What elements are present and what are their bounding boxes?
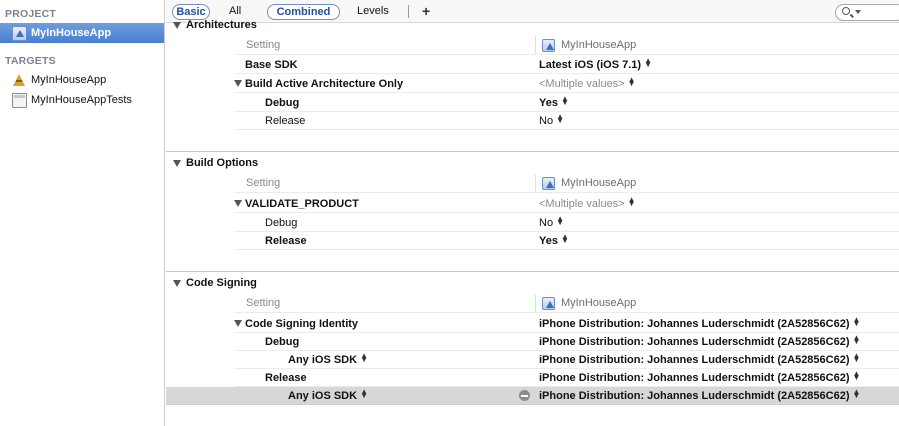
stepper-icon: ▲ ▼ — [360, 351, 368, 364]
navigator-sidebar: PROJECT MyInHouseApp TARGETS MyInHouseAp… — [0, 0, 165, 426]
chevron-down-icon — [855, 10, 861, 14]
sidebar-item-target-app[interactable]: MyInHouseApp — [0, 70, 164, 90]
section-code-signing[interactable]: Code Signing — [166, 273, 899, 293]
setting-name: Debug — [265, 336, 300, 348]
project-column: MyInHouseApp — [535, 294, 636, 312]
section-divider — [166, 271, 899, 272]
setting-row-base-sdk[interactable]: Base SDK Latest iOS (iOS 7.1) ▲ ▼ — [234, 56, 899, 74]
stepper-icon: ▲ ▼ — [644, 56, 653, 69]
setting-row-release[interactable]: Release iPhone Distribution: Johannes Lu… — [234, 369, 899, 387]
setting-value[interactable]: iPhone Distribution: Johannes Luderschmi… — [539, 315, 861, 331]
test-bundle-icon — [12, 92, 27, 108]
setting-name: Release — [265, 372, 307, 384]
targets-header: TARGETS — [5, 55, 56, 67]
stepper-icon: ▲ ▼ — [852, 315, 861, 328]
disclosure-triangle-icon — [173, 279, 181, 287]
xcode-project-icon — [542, 296, 555, 310]
project-column: MyInHouseApp — [535, 174, 636, 192]
sidebar-item-project[interactable]: MyInHouseApp — [0, 23, 164, 43]
xcode-project-icon — [12, 25, 27, 41]
sdk-condition-popup[interactable]: Any iOS SDK ▲ ▼ — [288, 351, 368, 367]
setting-value[interactable]: <Multiple values> ▲ ▼ — [539, 195, 636, 211]
stepper-icon: ▲ ▼ — [560, 232, 569, 245]
remove-condition-icon[interactable] — [519, 390, 530, 401]
column-header-row: Setting MyInHouseApp — [234, 173, 899, 193]
disclosure-triangle-icon[interactable] — [234, 320, 242, 327]
setting-row-release-any-sdk[interactable]: Any iOS SDK ▲ ▼ iPhone Distribution: Johan… — [166, 387, 899, 405]
section-title: Build Options — [186, 157, 259, 169]
setting-column-label: Setting — [246, 177, 281, 189]
xcode-project-icon — [542, 176, 555, 190]
section-title: Code Signing — [186, 277, 257, 289]
project-column-label: MyInHouseApp — [561, 297, 637, 309]
xcode-project-icon — [542, 38, 555, 52]
setting-value[interactable]: No ▲ ▼ — [539, 112, 564, 128]
setting-row-debug[interactable]: Debug Yes ▲ ▼ — [234, 94, 899, 112]
setting-name: Release — [265, 235, 307, 247]
sidebar-item-label: MyInHouseAppTests — [31, 94, 132, 106]
stepper-icon: ▲ ▼ — [627, 75, 636, 88]
stepper-icon: ▲ ▼ — [852, 387, 861, 400]
setting-name: Build Active Architecture Only — [245, 78, 404, 90]
sidebar-item-label: MyInHouseApp — [31, 74, 107, 86]
sidebar-item-label: MyInHouseApp — [31, 27, 112, 39]
disclosure-triangle-icon — [173, 21, 181, 29]
setting-row-debug[interactable]: Debug iPhone Distribution: Johannes Lude… — [234, 333, 899, 351]
column-header-row: Setting MyInHouseApp — [234, 293, 899, 313]
stepper-icon: ▲ ▼ — [556, 112, 564, 125]
section-build-options[interactable]: Build Options — [166, 153, 899, 173]
section-architectures[interactable]: Architectures — [166, 15, 899, 35]
search-icon — [842, 7, 850, 15]
project-column: MyInHouseApp — [535, 36, 636, 54]
stepper-icon: ▲ ▼ — [360, 387, 368, 400]
stepper-icon: ▲ ▼ — [627, 195, 636, 208]
project-header: PROJECT — [5, 8, 56, 20]
setting-column-label: Setting — [246, 297, 281, 309]
setting-row-debug-any-sdk[interactable]: Any iOS SDK ▲ ▼ iPhone Distribution: Johan… — [234, 351, 899, 369]
setting-name: Debug — [265, 97, 300, 109]
setting-column-label: Setting — [246, 39, 281, 51]
sdk-condition-popup[interactable]: Any iOS SDK ▲ ▼ — [288, 387, 368, 403]
app-target-icon — [12, 73, 27, 88]
section-divider — [166, 151, 899, 152]
setting-row-code-signing-identity[interactable]: Code Signing Identity iPhone Distributio… — [234, 315, 899, 333]
setting-name: Base SDK — [245, 59, 298, 71]
setting-value[interactable]: Yes ▲ ▼ — [539, 94, 569, 110]
section-title: Architectures — [186, 19, 257, 31]
setting-value[interactable]: Latest iOS (iOS 7.1) ▲ ▼ — [539, 56, 653, 72]
setting-value[interactable]: iPhone Distribution: Johannes Luderschmi… — [539, 333, 861, 349]
setting-name: Release — [265, 115, 306, 127]
stepper-icon: ▲ ▼ — [852, 369, 861, 382]
setting-value[interactable]: iPhone Distribution: Johannes Luderschmi… — [539, 387, 861, 403]
disclosure-triangle-icon — [173, 159, 181, 167]
sidebar-item-target-tests[interactable]: MyInHouseAppTests — [0, 90, 164, 110]
setting-value[interactable]: iPhone Distribution: Johannes Luderschmi… — [539, 369, 861, 385]
setting-value[interactable]: Yes ▲ ▼ — [539, 232, 569, 248]
setting-value[interactable]: <Multiple values> ▲ ▼ — [539, 75, 636, 91]
setting-row-debug[interactable]: Debug No ▲ ▼ — [234, 214, 899, 232]
setting-value[interactable]: iPhone Distribution: Johannes Luderschmi… — [539, 351, 861, 367]
setting-row-release[interactable]: Release No ▲ ▼ — [234, 112, 899, 130]
setting-row-release[interactable]: Release Yes ▲ ▼ — [234, 232, 899, 250]
build-settings-editor: Architectures Setting MyInHouseApp Base … — [166, 19, 899, 426]
disclosure-triangle-icon[interactable] — [234, 80, 242, 87]
stepper-icon: ▲ ▼ — [852, 333, 861, 346]
disclosure-triangle-icon[interactable] — [234, 200, 242, 207]
setting-name: Code Signing Identity — [245, 318, 359, 330]
stepper-icon: ▲ ▼ — [560, 94, 569, 107]
project-column-label: MyInHouseApp — [561, 39, 637, 51]
stepper-icon: ▲ ▼ — [852, 351, 861, 364]
stepper-icon: ▲ ▼ — [556, 214, 564, 227]
setting-row-validate-product[interactable]: VALIDATE_PRODUCT <Multiple values> ▲ ▼ — [234, 195, 899, 213]
column-header-row: Setting MyInHouseApp — [234, 35, 899, 55]
project-column-label: MyInHouseApp — [561, 177, 637, 189]
setting-name: VALIDATE_PRODUCT — [245, 198, 359, 210]
setting-row-build-active-arch[interactable]: Build Active Architecture Only <Multiple… — [234, 75, 899, 93]
setting-name: Debug — [265, 217, 298, 229]
setting-value[interactable]: No ▲ ▼ — [539, 214, 564, 230]
